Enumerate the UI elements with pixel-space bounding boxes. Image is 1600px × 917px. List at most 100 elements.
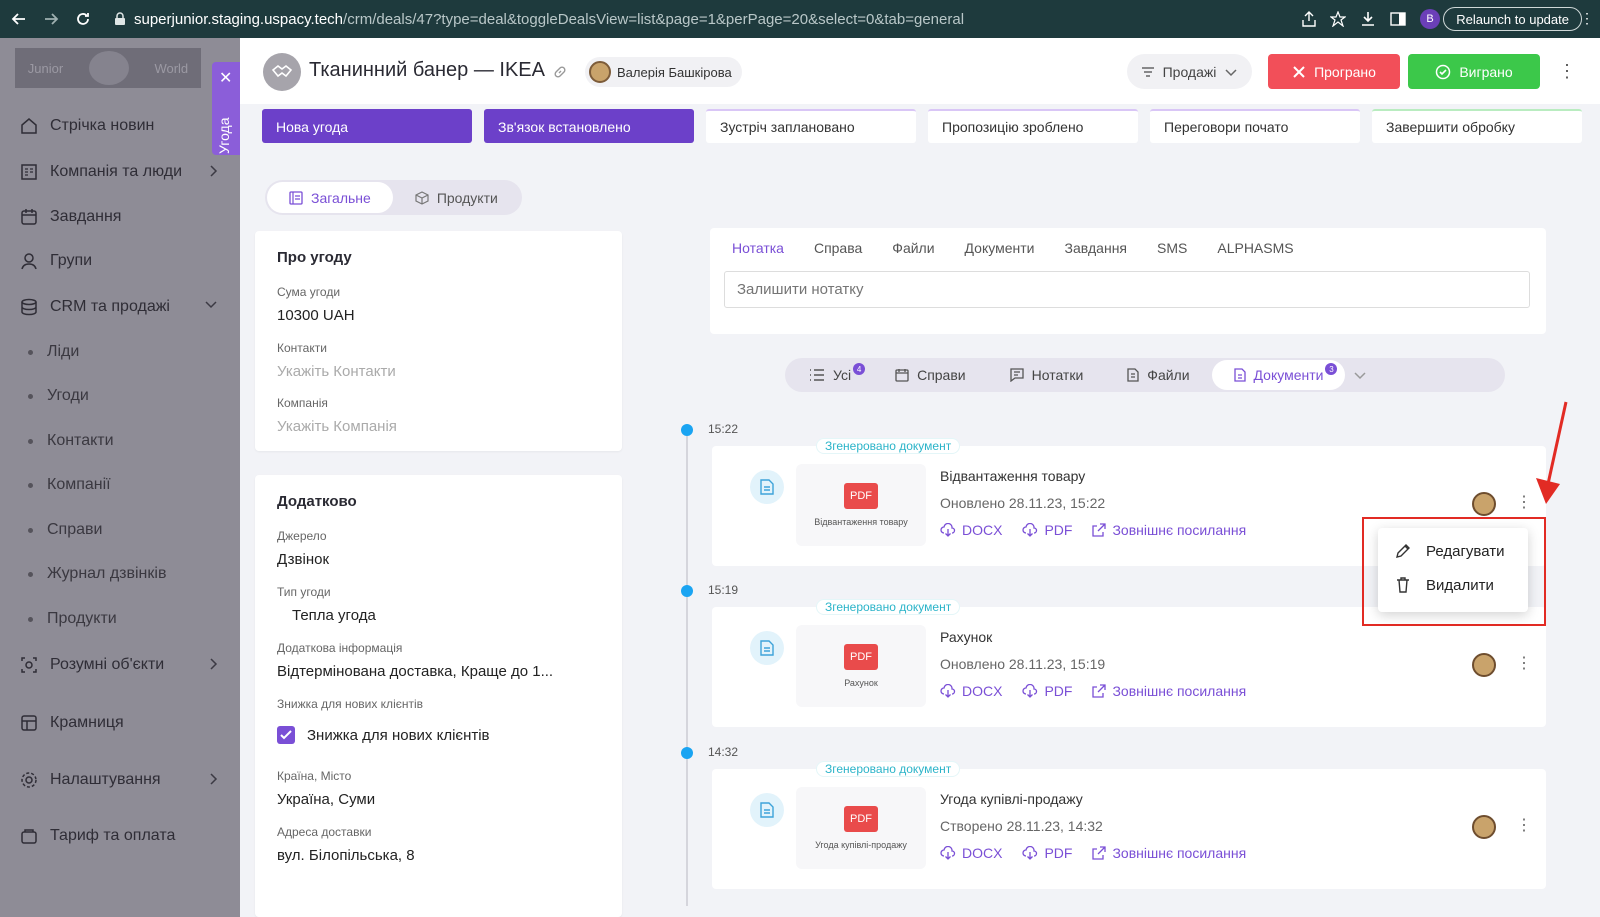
link-label: Зовнішнє посилання xyxy=(1112,522,1247,538)
download-docx-link[interactable]: DOCX xyxy=(940,522,1002,538)
sidebar-sub-products[interactable]: Продукти xyxy=(28,610,117,628)
timeline-time: 14:32 xyxy=(708,745,739,759)
edit-menu-item[interactable]: Редагувати xyxy=(1394,542,1505,560)
sidebar-item-company[interactable]: Компанія та люди xyxy=(18,161,218,183)
more-icon[interactable]: ⋮ xyxy=(1516,492,1532,512)
external-link[interactable]: Зовнішнє посилання xyxy=(1092,845,1246,861)
type-value[interactable]: Тепла угода xyxy=(292,607,376,624)
contacts-label: Контакти xyxy=(277,341,327,355)
sidebar-item-billing[interactable]: Тариф та оплата xyxy=(18,825,218,847)
link-icon[interactable] xyxy=(552,64,568,80)
stage-finish[interactable]: Завершити обробку xyxy=(1372,109,1582,143)
close-icon[interactable]: ✕ xyxy=(219,68,232,88)
stage-meeting[interactable]: Зустріч заплановано xyxy=(706,109,916,143)
download-pdf-link[interactable]: PDF xyxy=(1022,522,1072,538)
reload-icon[interactable] xyxy=(70,6,96,32)
download-pdf-link[interactable]: PDF xyxy=(1022,845,1072,861)
pdf-thumbnail[interactable]: PDF Угода купівлі-продажу xyxy=(796,787,926,869)
external-link[interactable]: Зовнішнє посилання xyxy=(1092,522,1246,538)
company-field[interactable]: Укажіть Компанія xyxy=(277,418,397,435)
download-pdf-link[interactable]: PDF xyxy=(1022,683,1072,699)
address-bar[interactable]: superjunior.staging.uspacy.tech/crm/deal… xyxy=(114,11,1264,28)
cloud-download-icon xyxy=(1022,523,1038,537)
tab-general[interactable]: Загальне xyxy=(267,182,393,213)
sidepanel-icon[interactable] xyxy=(1390,12,1406,26)
download-docx-link[interactable]: DOCX xyxy=(940,683,1002,699)
sidebar-sub-deals[interactable]: Угоди xyxy=(28,387,89,405)
pipeline-select[interactable]: Продажі xyxy=(1127,54,1252,89)
external-link-icon xyxy=(1092,684,1107,698)
filter-all[interactable]: Усі 4 xyxy=(787,360,873,390)
stage-proposal[interactable]: Пропозицію зроблено xyxy=(928,109,1138,143)
sidebar-item-tasks[interactable]: Завдання xyxy=(18,206,218,228)
tab-documents[interactable]: Документи xyxy=(965,240,1035,256)
country-value[interactable]: Україна, Суми xyxy=(277,791,375,808)
bookmark-star-icon[interactable] xyxy=(1330,11,1346,27)
pdf-thumbnail[interactable]: PDF Відвантаження товару xyxy=(796,464,926,546)
external-link[interactable]: Зовнішнє посилання xyxy=(1092,683,1246,699)
sum-value[interactable]: 10300 UAH xyxy=(277,307,355,324)
download-docx-link[interactable]: DOCX xyxy=(940,845,1002,861)
sidebar-item-smart-objects[interactable]: Розумні об'єкти xyxy=(18,654,218,676)
sidebar-sub-companies[interactable]: Компанії xyxy=(28,476,111,494)
source-value[interactable]: Дзвінок xyxy=(277,551,329,568)
deal-panel-tab-label: Угода xyxy=(216,117,232,155)
timeline-dot xyxy=(681,585,693,597)
tab-alphasms[interactable]: ALPHASMS xyxy=(1217,240,1293,256)
sidebar-sub-leads[interactable]: Ліди xyxy=(28,343,79,361)
stage-negotiation[interactable]: Переговори почато xyxy=(1150,109,1360,143)
tab-activity[interactable]: Справа xyxy=(814,240,862,256)
tab-tasks[interactable]: Завдання xyxy=(1064,240,1127,256)
chevron-down-icon[interactable] xyxy=(1353,370,1367,380)
share-icon[interactable] xyxy=(1302,11,1316,27)
lost-button[interactable]: Програно xyxy=(1268,54,1400,89)
link-label: DOCX xyxy=(962,683,1003,699)
more-icon[interactable]: ⋮ xyxy=(1516,653,1532,673)
sidebar-sub-activities[interactable]: Справи xyxy=(28,521,102,539)
filter-documents[interactable]: Документи 3 xyxy=(1211,360,1346,390)
sidebar-sub-call-log[interactable]: Журнал дзвінків xyxy=(28,565,166,583)
company-logo[interactable]: Junior World xyxy=(15,48,201,88)
sidebar-sub-contacts[interactable]: Контакти xyxy=(28,432,114,450)
profile-avatar[interactable]: B xyxy=(1420,9,1440,29)
about-card: Про угоду Сума угоди 10300 UAH Контакти … xyxy=(255,231,622,451)
tab-files[interactable]: Файли xyxy=(892,240,934,256)
home-icon xyxy=(18,115,40,137)
pdf-icon: PDF xyxy=(844,644,878,670)
sidebar-sub-label: Журнал дзвінків xyxy=(47,565,167,582)
generated-tag: Згенеровано документ xyxy=(816,599,961,615)
note-input[interactable] xyxy=(724,271,1530,308)
sidebar-item-settings[interactable]: Налаштування xyxy=(18,769,218,791)
sidebar-item-crm[interactable]: CRM та продажі xyxy=(18,296,218,318)
document-icon xyxy=(750,793,784,827)
sidebar-item-groups[interactable]: Групи xyxy=(18,250,218,272)
download-icon[interactable] xyxy=(1360,11,1376,27)
heart-logo-icon xyxy=(88,51,129,85)
back-icon[interactable] xyxy=(6,6,32,32)
info-value[interactable]: Відтермінована доставка, Краще до 1... xyxy=(277,663,553,680)
filter-files[interactable]: Файли xyxy=(1105,360,1211,390)
stage-new[interactable]: Нова угода xyxy=(262,109,472,143)
tab-sms[interactable]: SMS xyxy=(1157,240,1187,256)
stage-contacted[interactable]: Зв'язок встановлено xyxy=(484,109,694,143)
tab-note[interactable]: Нотатка xyxy=(732,240,784,256)
browser-menu-icon[interactable]: ⋮ xyxy=(1580,10,1594,27)
deal-header: Тканинний банер — IKEA Валерія Башкірова… xyxy=(240,38,1600,104)
discount-checkbox[interactable]: Знижка для нових клієнтів xyxy=(277,726,490,744)
sidebar-item-news[interactable]: Стрічка новин xyxy=(18,115,218,137)
owner-chip[interactable]: Валерія Башкірова xyxy=(585,57,742,87)
deal-panel-tab[interactable]: ✕ Угода xyxy=(212,62,240,155)
sidebar-item-store[interactable]: Крамниця xyxy=(18,712,218,734)
tab-products[interactable]: Продукти xyxy=(393,182,520,213)
filter-activities[interactable]: Справи xyxy=(873,360,988,390)
won-button[interactable]: Виграно xyxy=(1408,54,1540,89)
relaunch-button[interactable]: Relaunch to update xyxy=(1443,7,1582,31)
pdf-thumbnail[interactable]: PDF Рахунок xyxy=(796,625,926,707)
delete-menu-item[interactable]: Видалити xyxy=(1394,576,1494,594)
filter-notes[interactable]: Нотатки xyxy=(988,360,1106,390)
address-value[interactable]: вул. Білопільська, 8 xyxy=(277,847,415,864)
contacts-field[interactable]: Укажіть Контакти xyxy=(277,363,396,380)
forward-icon[interactable] xyxy=(38,6,64,32)
more-icon[interactable]: ⋮ xyxy=(1558,61,1576,82)
more-icon[interactable]: ⋮ xyxy=(1516,815,1532,835)
